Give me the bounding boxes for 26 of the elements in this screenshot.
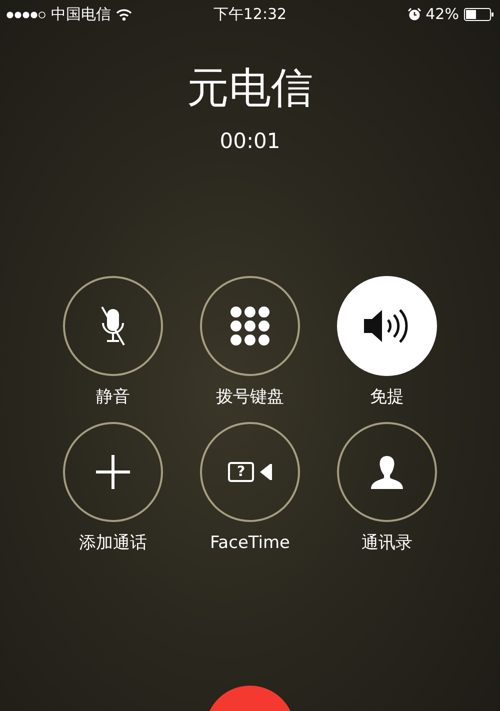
button-label: 添加通话	[79, 532, 147, 555]
button-label: FaceTime	[210, 532, 290, 555]
call-duration: 00:01	[220, 128, 280, 154]
video-unavailable-icon: ?	[228, 462, 254, 482]
keypad-button[interactable]	[200, 276, 300, 376]
facetime-button[interactable]: ?	[200, 422, 300, 522]
wifi-icon	[116, 8, 132, 20]
button-label: 拨号键盘	[216, 386, 284, 409]
carrier-name: 中国电信	[51, 4, 111, 26]
camera-lens-icon	[258, 463, 272, 481]
battery-percent: 42%	[426, 4, 459, 26]
keypad-icon	[230, 306, 270, 346]
person-silhouette-icon	[369, 454, 405, 490]
caller-name: 元电信	[187, 62, 313, 114]
button-label: 静音	[96, 386, 130, 409]
end-call-button[interactable]	[210, 686, 290, 711]
plus-icon	[95, 454, 131, 490]
add-call-button[interactable]	[63, 422, 163, 522]
button-label: 通讯录	[362, 532, 412, 555]
battery-icon	[464, 8, 494, 21]
alarm-clock-icon	[408, 8, 421, 21]
signal-icon	[6, 10, 46, 20]
mute-button[interactable]	[63, 276, 163, 376]
contacts-button[interactable]	[337, 422, 437, 522]
status-time: 下午12:32	[213, 4, 287, 26]
button-label: 免提	[370, 386, 404, 409]
